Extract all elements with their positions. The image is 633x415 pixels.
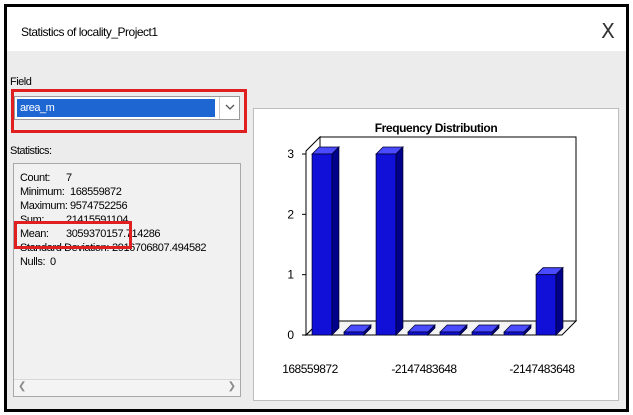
stat-value: 168559872 <box>70 186 122 198</box>
title-bar: Statistics of locality_Project1 X <box>7 7 626 51</box>
stat-label: Minimum: <box>20 186 65 198</box>
y-tick-label: 0 <box>287 328 294 342</box>
y-tick-label: 2 <box>287 207 294 221</box>
window-title: Statistics of locality_Project1 <box>21 25 158 39</box>
y-tick-label: 1 <box>287 268 294 282</box>
stat-label: Nulls: <box>20 256 46 268</box>
bar <box>407 331 429 336</box>
scroll-right-icon[interactable]: ❯ <box>228 381 236 392</box>
stat-label: Maximum: <box>20 200 68 212</box>
x-tick-label: 168559872 <box>282 362 338 376</box>
bar-side <box>331 146 340 336</box>
stat-row-maximum: Maximum: 9574752256 <box>20 200 128 212</box>
bar <box>311 153 333 336</box>
bar <box>439 331 461 336</box>
close-icon[interactable]: X <box>596 21 620 41</box>
stat-value: 7 <box>66 172 72 184</box>
stat-value: 9574752256 <box>70 200 128 212</box>
stat-value: 0 <box>50 256 56 268</box>
stat-row-minimum: Minimum: 168559872 <box>20 186 122 198</box>
x-tick-label: -2147483648 <box>391 362 457 376</box>
horizontal-scrollbar[interactable]: ❮ ❯ <box>14 379 240 396</box>
bar <box>375 153 397 336</box>
sum-highlight-box <box>14 221 132 249</box>
bar <box>343 331 365 336</box>
chart-panel: Frequency Distribution 0 1 2 3 168559872 -214… <box>253 108 619 401</box>
field-highlight-box <box>11 89 247 133</box>
statistics-list: Count: 7 Minimum: 168559872 Maximum: 957475… <box>13 163 241 397</box>
scroll-left-icon[interactable]: ❮ <box>18 381 26 392</box>
bar <box>503 331 525 336</box>
field-label: Field <box>10 76 32 88</box>
bar <box>535 274 557 336</box>
stat-row-nulls: Nulls: 0 <box>20 256 56 268</box>
stat-row-count: Count: 7 <box>20 172 72 184</box>
bar <box>471 331 493 336</box>
x-tick-label: -2147483648 <box>509 362 575 376</box>
y-tick-label: 3 <box>287 147 294 161</box>
statistics-label: Statistics: <box>10 145 52 157</box>
bar-side <box>555 266 564 336</box>
frequency-chart: 0 1 2 3 168559872 -2147483648 -2147483648 <box>282 135 578 376</box>
stat-label: Count: <box>20 172 51 184</box>
bar-side <box>395 146 404 336</box>
